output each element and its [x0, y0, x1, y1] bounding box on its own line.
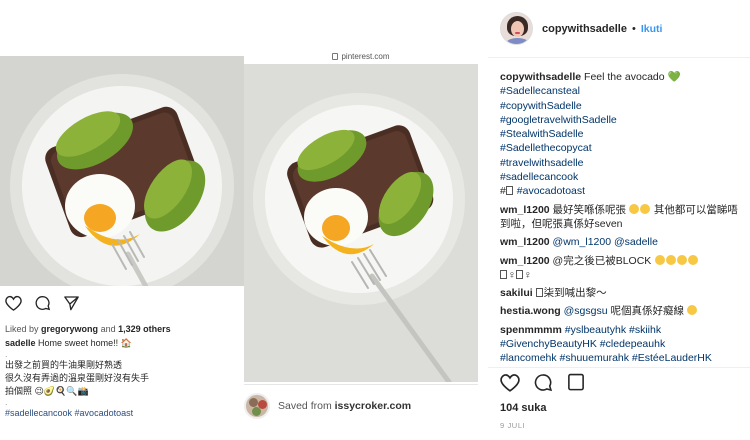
lock-icon — [332, 53, 339, 60]
follow-button[interactable]: Ikuti — [641, 23, 663, 35]
post-actions — [5, 295, 80, 311]
unknown-glyph-icon — [500, 269, 507, 279]
caption-line-3: 拍個照 — [5, 386, 33, 396]
header-divider — [488, 57, 750, 58]
post-date: 9 JULI — [500, 421, 526, 430]
comment-username[interactable]: wm_l1200 — [500, 255, 550, 267]
comment-icon[interactable] — [533, 373, 553, 392]
post-caption: sadelle Home sweet home!! 🏠 . 出發之前買的牛油果剛… — [5, 337, 241, 420]
comment-item: hestia.wong @sgsgsu 呢個真係好癡線 — [500, 304, 744, 318]
green-heart-emoji: 💚 — [667, 71, 681, 83]
comment-username[interactable]: spenmmmm — [500, 324, 562, 336]
caption-emojis: 😉🥑🍳🔍📸 — [34, 386, 89, 396]
liked-by-count[interactable]: 1,329 others — [118, 324, 171, 334]
comment-hashtags-clipped[interactable]: #lancomehk #shuuemurahk #EstéeLauderHK — [500, 351, 744, 363]
hashtag-link[interactable]: #sadellecancook — [500, 170, 744, 184]
mention-link[interactable]: @sadelle — [614, 236, 658, 248]
comment-username[interactable]: copywithsadelle — [500, 71, 581, 83]
comment-username[interactable]: hestia.wong — [500, 305, 561, 317]
header-username[interactable]: copywithsadelle — [542, 23, 627, 35]
comment-text: 呢個真係好癡線 — [610, 305, 684, 318]
comment-item: sakilui 柒到喊出黎～ — [500, 286, 744, 300]
caption-comment: copywithsadelle Feel the avocado 💚 #Sade… — [500, 70, 744, 199]
hashtag-link[interactable]: #avocadotoast — [517, 185, 585, 197]
profile-avatar[interactable] — [500, 12, 533, 45]
caption-line-2: 很久沒有弄過的溫泉蛋剛好沒有失手 — [5, 373, 150, 383]
comment-text: @完之後已被BLOCK — [552, 254, 652, 267]
comment-item: spenmmmm #yslbeautyhk #skiihk #GivenchyB… — [500, 323, 744, 364]
share-icon[interactable] — [63, 295, 80, 311]
hashtag-link[interactable]: #googletravelwithSadelle — [500, 113, 744, 127]
heart-icon[interactable] — [500, 373, 520, 392]
female-sign: ♀ — [508, 268, 516, 281]
hashtag-link[interactable]: #StealwithSadelle — [500, 127, 744, 141]
instagram-post-original: Liked by gregorywong and 1,329 others sa… — [0, 56, 244, 440]
post-actions — [500, 373, 586, 392]
unknown-glyph-icon — [505, 186, 513, 196]
hashtag-link[interactable]: #Sadellethecopycat — [500, 141, 744, 155]
pin-photo[interactable] — [244, 64, 478, 382]
pin-source-url[interactable]: pinterest.com — [244, 52, 478, 61]
hashtag-link[interactable]: #copywithSadelle — [500, 99, 744, 113]
likes-count[interactable]: 104 suka — [500, 402, 546, 414]
hashtag-link[interactable]: #Sadellecansteal — [500, 84, 744, 98]
likes-summary: Liked by gregorywong and 1,329 others — [5, 324, 171, 334]
pin-saved-from[interactable]: Saved from issycroker.com — [244, 393, 411, 419]
caption-line-1: 出發之前買的牛油果剛好熟透 — [5, 360, 123, 370]
laughing-emoji — [654, 254, 665, 265]
comment-username[interactable]: wm_l1200 — [500, 204, 550, 216]
caption-dot: . — [5, 397, 8, 407]
mention-link[interactable]: @sgsgsu — [564, 305, 608, 317]
avocado-toast-photo[interactable] — [0, 56, 244, 286]
laughing-emoji — [676, 254, 687, 265]
saved-from-label: Saved from — [278, 400, 332, 412]
comment-username[interactable]: wm_l1200 — [500, 236, 550, 248]
header-separator: • — [631, 22, 636, 35]
comment-icon[interactable] — [34, 295, 51, 311]
caption-dot: . — [5, 349, 8, 359]
comment-text: 最好笑喺係呢張 — [552, 203, 627, 216]
bookmark-icon[interactable] — [566, 373, 586, 392]
saved-from-site[interactable]: issycroker.com — [335, 400, 411, 412]
unknown-glyph-icon — [535, 288, 543, 298]
liked-by-user[interactable]: gregorywong — [41, 324, 98, 334]
laughing-emoji — [629, 203, 640, 214]
pin-divider — [244, 384, 478, 385]
caption-username[interactable]: sadelle — [5, 338, 36, 348]
comment-text: Feel the avocado — [584, 71, 665, 83]
comment-username[interactable]: sakilui — [500, 287, 533, 299]
laughing-emoji — [640, 203, 651, 214]
post-header: copywithsadelle • Ikuti — [500, 12, 662, 45]
house-emoji: 🏠 — [120, 338, 132, 348]
laughing-emoji — [665, 254, 676, 265]
unknown-glyph-icon — [515, 269, 523, 279]
pinterest-pin: pinterest.com Saved from issycroker.com — [244, 48, 478, 440]
comment-item: wm_l1200 最好笑喺係呢張 其他都可以當睇唔到啦，但呢張真係好seven — [500, 203, 744, 232]
hashtag-link[interactable]: #travelwithsadelle — [500, 156, 744, 170]
laughing-emoji — [687, 254, 698, 265]
actions-divider — [488, 367, 750, 368]
caption-text: Home sweet home!! — [38, 338, 119, 348]
heart-icon[interactable] — [5, 295, 22, 311]
comment-item: wm_l1200 @完之後已被BLOCK ♀ ♀ — [500, 254, 744, 283]
instagram-sidebar: copywithsadelle • Ikuti copywithsadelle … — [488, 0, 750, 440]
mention-link[interactable]: @wm_l1200 — [553, 236, 612, 248]
comment-text: 柒到喊出黎～ — [543, 287, 607, 300]
caption-hashtags[interactable]: #sadellecancook #avocadotoast — [5, 407, 241, 420]
laughing-emoji — [687, 305, 698, 316]
comments-list[interactable]: copywithsadelle Feel the avocado 💚 #Sade… — [500, 70, 744, 366]
comment-item: wm_l1200 @wm_l1200 @sadelle — [500, 235, 744, 249]
female-sign: ♀ — [523, 268, 532, 281]
source-avatar — [244, 393, 270, 419]
